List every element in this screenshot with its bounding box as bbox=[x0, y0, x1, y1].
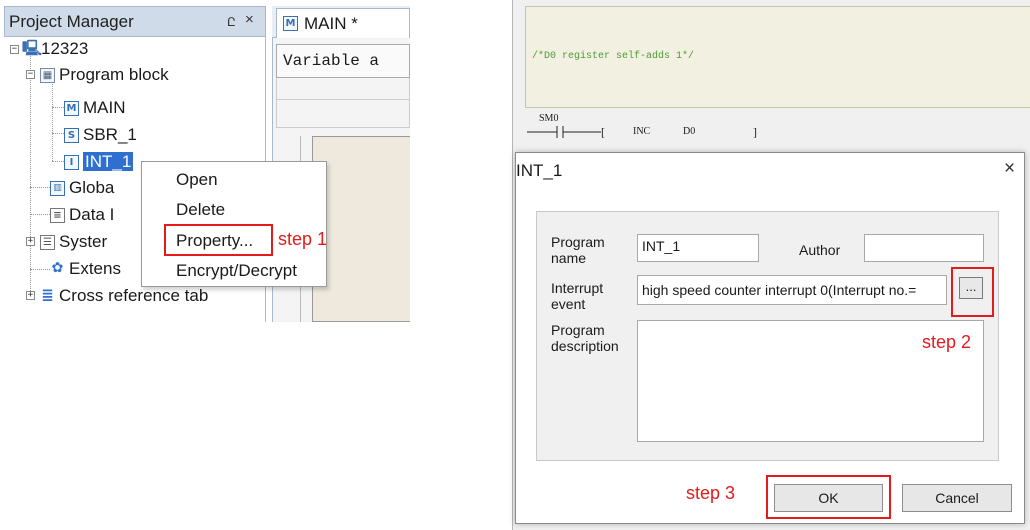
menu-item-delete[interactable]: Delete bbox=[176, 200, 225, 220]
tree-item-label: Data I bbox=[69, 205, 115, 224]
tree-item-label: Program block bbox=[59, 65, 169, 84]
collapse-toggle[interactable]: − bbox=[10, 45, 19, 54]
program-block-icon: ▦ bbox=[40, 67, 55, 83]
program-properties-dialog: INT_1 × Program name INT_1 Author Interr… bbox=[515, 152, 1025, 524]
author-field[interactable] bbox=[864, 234, 984, 262]
menu-item-encrypt-decrypt[interactable]: Encrypt/Decrypt bbox=[176, 261, 297, 281]
expand-toggle[interactable]: + bbox=[26, 237, 35, 246]
ladder-rung[interactable]: SM0 [ ] INC D0 bbox=[525, 112, 775, 152]
tree-item-global-variables[interactable]: ▥ Globa bbox=[50, 178, 114, 198]
program-description-label: Program description bbox=[551, 322, 619, 354]
program-name-field[interactable]: INT_1 bbox=[637, 234, 759, 262]
author-label: Author bbox=[799, 242, 841, 258]
pin-icon[interactable]: Ը bbox=[227, 15, 236, 29]
program-name-label: Program name bbox=[551, 234, 605, 266]
highlight-box-property bbox=[164, 224, 273, 256]
interrupt-icon: I bbox=[64, 154, 79, 170]
tree-line bbox=[52, 133, 64, 134]
left-screenshot-panel: Project Manager Ը × − 🖳 12323 − ▦ Progra… bbox=[0, 0, 410, 322]
operand-label: D0 bbox=[683, 126, 696, 137]
tree-line bbox=[52, 107, 64, 108]
data-block-icon: ≡ bbox=[50, 207, 65, 223]
main-program-icon: M bbox=[64, 100, 79, 116]
expand-toggle[interactable]: + bbox=[26, 291, 35, 300]
tab-label: MAIN * bbox=[304, 13, 358, 33]
tree-item-label: 12323 bbox=[41, 39, 89, 58]
step-3-annotation: step 3 bbox=[686, 483, 736, 503]
tree-item-extension[interactable]: ✿ Extens bbox=[50, 259, 121, 279]
network-comment[interactable]: /*D0 register self-adds 1*/ bbox=[525, 6, 1030, 108]
tree-line bbox=[30, 214, 50, 215]
variable-table-header: Variable a bbox=[276, 44, 410, 78]
tree-item-label: Extens bbox=[69, 259, 121, 278]
highlight-box-browse bbox=[951, 267, 994, 317]
tree-item-system-block[interactable]: ☰ Syster bbox=[40, 232, 107, 252]
extension-icon: ✿ bbox=[51, 259, 64, 276]
tree-item-cross-reference[interactable]: ≣ Cross reference tab bbox=[40, 286, 208, 306]
cancel-button[interactable]: Cancel bbox=[902, 484, 1012, 512]
svg-text:[: [ bbox=[601, 125, 605, 139]
tree-item-label: Cross reference tab bbox=[59, 286, 209, 305]
system-block-icon: ☰ bbox=[40, 234, 55, 250]
tree-item-label: SBR_1 bbox=[83, 125, 137, 144]
tree-item-label: INT_1 bbox=[83, 152, 134, 171]
tree-line bbox=[30, 269, 50, 270]
global-variables-icon: ▥ bbox=[50, 180, 65, 196]
subroutine-icon: S bbox=[64, 127, 79, 143]
dialog-title: INT_1 bbox=[516, 161, 563, 180]
menu-item-open[interactable]: Open bbox=[176, 170, 218, 190]
tree-item-sbr-1[interactable]: S SBR_1 bbox=[64, 125, 137, 145]
tree-item-data-block[interactable]: ≡ Data I bbox=[50, 205, 114, 225]
close-icon[interactable]: × bbox=[1004, 158, 1015, 180]
tree-item-label: Globa bbox=[69, 178, 115, 197]
tree-item-program-block[interactable]: ▦ Program block bbox=[40, 65, 169, 85]
variable-table-row[interactable] bbox=[276, 78, 410, 100]
tree-item-label: MAIN bbox=[83, 98, 126, 117]
project-manager-title: Project Manager bbox=[9, 12, 134, 31]
right-screenshot-panel: /*D0 register self-adds 1*/ SM0 [ ] INC … bbox=[512, 0, 1030, 530]
editor-tab-bar: M MAIN * bbox=[272, 6, 410, 38]
cross-reference-icon: ≣ bbox=[41, 285, 54, 304]
tree-line bbox=[30, 49, 31, 299]
instruction-label: INC bbox=[633, 126, 651, 137]
svg-text:]: ] bbox=[753, 125, 757, 139]
project-manager-titlebar: Project Manager Ը × bbox=[4, 6, 266, 37]
tree-item-project[interactable]: 🖳 12323 bbox=[22, 39, 88, 59]
main-program-icon: M bbox=[283, 16, 298, 31]
comment-text: /*D0 register self-adds 1*/ bbox=[532, 51, 695, 62]
tree-line bbox=[52, 161, 64, 162]
interrupt-event-field[interactable]: high speed counter interrupt 0(Interrupt… bbox=[637, 275, 947, 305]
tab-main[interactable]: M MAIN * bbox=[276, 8, 410, 38]
variable-table-row[interactable] bbox=[276, 100, 410, 128]
tree-line bbox=[52, 75, 53, 161]
tree-item-label: Syster bbox=[59, 232, 108, 251]
step-1-annotation: step 1 bbox=[278, 229, 328, 249]
tree-item-int-1[interactable]: I INT_1 bbox=[64, 152, 134, 172]
tree-item-main[interactable]: M MAIN bbox=[64, 98, 126, 118]
step-2-annotation: step 2 bbox=[922, 332, 972, 352]
highlight-box-ok bbox=[766, 475, 891, 519]
tree-line bbox=[30, 187, 50, 188]
computer-icon: 🖳 bbox=[22, 38, 43, 57]
interrupt-event-label: Interrupt event bbox=[551, 280, 604, 312]
collapse-toggle[interactable]: − bbox=[26, 70, 35, 79]
close-icon[interactable]: × bbox=[245, 11, 254, 28]
